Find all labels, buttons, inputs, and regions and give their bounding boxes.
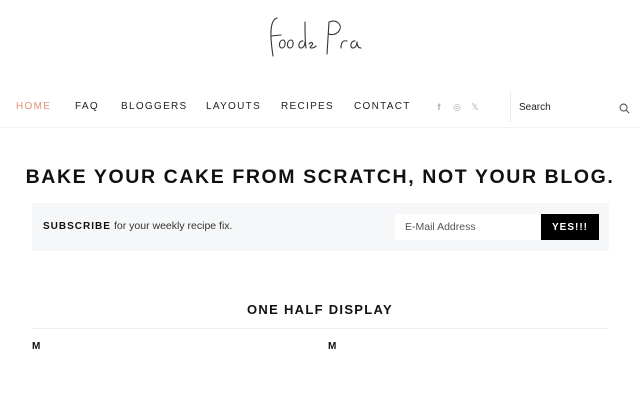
section-divider: [32, 328, 609, 329]
email-field[interactable]: [395, 214, 541, 240]
subscribe-button[interactable]: YES!!!: [541, 214, 599, 240]
column-right-heading: M: [328, 341, 337, 352]
site-logo[interactable]: [0, 10, 640, 70]
instagram-icon[interactable]: ◎: [452, 101, 462, 113]
subscribe-label: SUBSCRIBE: [43, 221, 111, 232]
subscribe-text: for your weekly recipe fix.: [114, 220, 233, 232]
column-left-heading: M: [32, 341, 41, 352]
search-icon[interactable]: [619, 101, 630, 119]
x-twitter-icon[interactable]: 𝕏: [470, 101, 480, 113]
nav-item-faq[interactable]: FAQ: [75, 101, 99, 112]
subscribe-bar: SUBSCRIBE for your weekly recipe fix. YE…: [32, 203, 609, 251]
search-form: [510, 91, 640, 123]
search-input[interactable]: [519, 101, 619, 113]
section-title: ONE HALF DISPLAY: [246, 302, 393, 317]
facebook-icon[interactable]: f: [434, 101, 444, 113]
nav-item-recipes[interactable]: RECIPES: [281, 101, 334, 112]
page-headline: BAKE YOUR CAKE FROM SCRATCH, NOT YOUR BL…: [25, 166, 615, 188]
logo-script-image: [270, 17, 362, 57]
nav-item-layouts[interactable]: LAYOUTS: [206, 101, 261, 112]
nav-item-bloggers[interactable]: BLOGGERS: [121, 101, 188, 112]
nav-item-contact[interactable]: CONTACT: [354, 101, 411, 112]
nav-item-home[interactable]: HOME: [16, 101, 51, 112]
